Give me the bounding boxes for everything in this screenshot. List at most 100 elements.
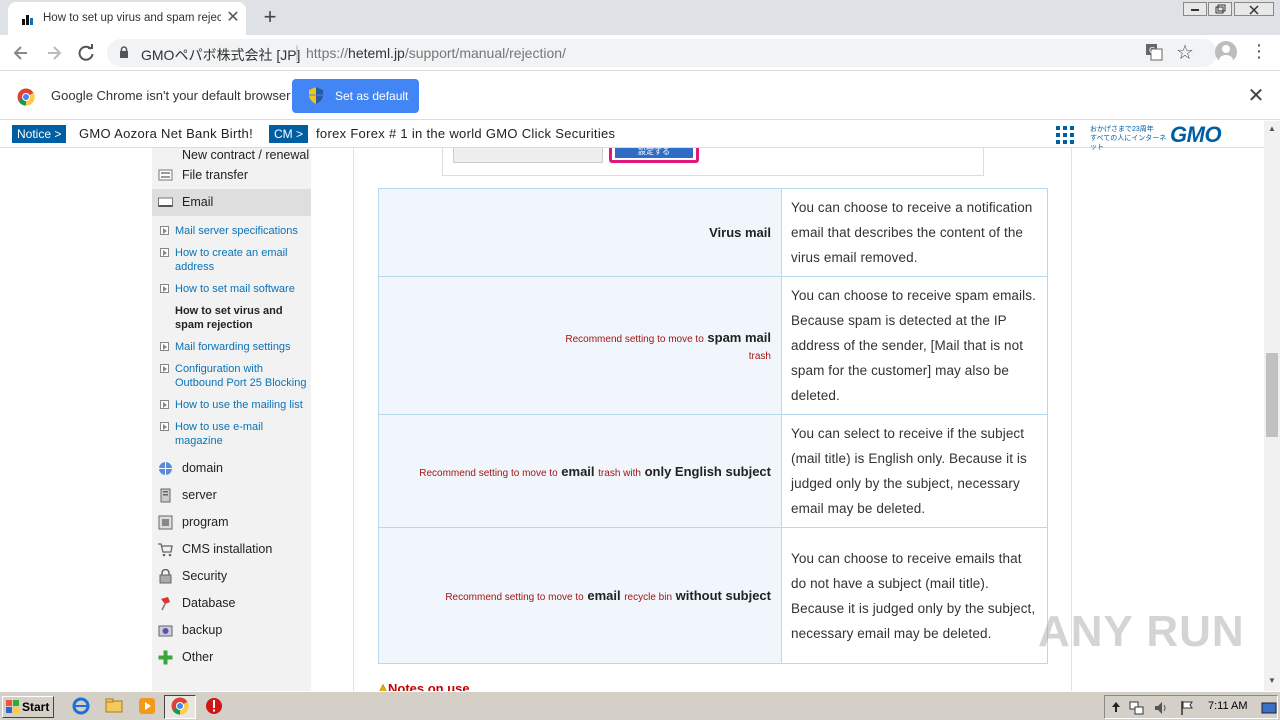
- scroll-up-icon[interactable]: ▲: [1268, 124, 1276, 133]
- reload-button[interactable]: [73, 40, 99, 66]
- page-viewport: Notice > GMO Aozora Net Bank Birth! CM >…: [0, 121, 1264, 691]
- sidebar-sub-mailing-list[interactable]: How to use the mailing list: [160, 398, 308, 412]
- row-label-recommend: Recommend setting to move to: [565, 333, 704, 345]
- bullet-arrow-icon: [160, 284, 169, 293]
- cm-text[interactable]: forex Forex # 1 in the world GMO Click S…: [316, 126, 615, 141]
- scrollbar-thumb[interactable]: [1266, 353, 1278, 437]
- start-label: Start: [22, 700, 50, 714]
- cart-icon: [158, 543, 173, 557]
- bullet-arrow-icon: [160, 364, 169, 373]
- anyrun-watermark: ANY RUN: [1038, 607, 1245, 656]
- sidebar-sub-mail-server-specs[interactable]: Mail server specifications: [160, 224, 308, 238]
- sidebar-item-server[interactable]: server: [152, 482, 311, 509]
- email-icon: [158, 197, 173, 207]
- chrome-menu-icon[interactable]: ⋮: [1250, 40, 1268, 64]
- tab-title: How to set up virus and spam rejection: [43, 12, 221, 24]
- row-label-main2: without subject: [675, 588, 771, 603]
- sidebar-item-label: File transfer: [182, 168, 248, 182]
- sidebar-item-security[interactable]: Security: [152, 563, 311, 590]
- sidebar-sub-label: Mail forwarding settings: [175, 341, 291, 353]
- sidebar-sub-mail-software[interactable]: How to set mail software: [160, 282, 308, 296]
- program-icon: [158, 515, 173, 530]
- sidebar-item-program[interactable]: program: [152, 509, 311, 536]
- sidebar-sub-email-magazine[interactable]: How to use e-mail magazine: [160, 420, 308, 448]
- row-label-recommend: Recommend setting to move to: [419, 467, 558, 479]
- window-close-button[interactable]: [1234, 2, 1274, 16]
- network-icon[interactable]: [1129, 700, 1145, 716]
- address-bar[interactable]: GMOペパボ株式会社 [JP] | https://heteml.jp/supp…: [107, 39, 1217, 67]
- sidebar: New contract / renewal File transfer Ema…: [152, 148, 311, 691]
- forward-button[interactable]: [41, 40, 67, 66]
- gmo-logo[interactable]: GMO: [1170, 122, 1222, 148]
- tray-expand-icon[interactable]: [1111, 701, 1121, 713]
- new-tab-button[interactable]: +: [258, 5, 282, 29]
- sidebar-item-email[interactable]: Email: [152, 189, 311, 216]
- back-button[interactable]: [8, 40, 34, 66]
- sidebar-item-label: Database: [182, 596, 236, 610]
- sidebar-item-label: domain: [182, 461, 223, 475]
- row-label-recommend: Recommend setting to move to: [445, 592, 584, 603]
- sidebar-item-file-transfer[interactable]: File transfer: [152, 162, 311, 189]
- restore-button[interactable]: [1208, 2, 1232, 16]
- tab-close-icon[interactable]: ✕: [225, 8, 241, 28]
- sidebar-item-domain[interactable]: domain: [152, 455, 311, 482]
- active-tab[interactable]: How to set up virus and spam rejection ✕: [8, 2, 246, 35]
- action-center-flag-icon[interactable]: [1179, 700, 1195, 716]
- file-transfer-icon: [158, 169, 173, 181]
- scroll-down-icon[interactable]: ▼: [1268, 676, 1276, 685]
- url-path: /support/manual/rejection/: [404, 45, 566, 61]
- sidebar-item-other[interactable]: Other: [152, 644, 311, 671]
- sidebar-item-label: CMS installation: [182, 542, 273, 556]
- sidebar-sub-label: How to set virus and spam rejection: [175, 305, 283, 331]
- table-row: Recommend setting to move to email recyc…: [378, 527, 1048, 664]
- sidebar-sub-virus-spam[interactable]: How to set virus and spam rejection: [160, 304, 308, 332]
- profile-avatar-icon[interactable]: [1215, 41, 1237, 63]
- set-as-default-button[interactable]: Set as default: [292, 79, 419, 113]
- server-icon: [160, 488, 171, 503]
- row-label-main2: only English subject: [644, 463, 771, 479]
- backup-icon: [158, 625, 173, 637]
- sidebar-item-label: New contract / renewal: [182, 148, 310, 162]
- reload-icon: [78, 44, 94, 61]
- avatar-silhouette-icon: [1219, 45, 1233, 63]
- minimize-icon: [1191, 9, 1199, 11]
- bullet-arrow-icon: [160, 248, 169, 257]
- sidebar-sub-mail-forwarding[interactable]: Mail forwarding settings: [160, 340, 308, 354]
- bookmark-star-icon[interactable]: ☆: [1176, 40, 1194, 65]
- sidebar-item-backup[interactable]: backup: [152, 617, 311, 644]
- chrome-logo-icon: [17, 88, 35, 106]
- notes-heading: Notes on use: [378, 681, 470, 691]
- sidebar-sub-create-email[interactable]: How to create an email address: [160, 246, 308, 274]
- site-favicon-icon: [22, 15, 33, 25]
- sidebar-item-cms[interactable]: CMS installation: [152, 536, 311, 563]
- translate-icon[interactable]: G: [1145, 43, 1163, 61]
- warning-icon: [379, 683, 387, 691]
- url-host: heteml.jp: [348, 45, 405, 61]
- infobar-close-icon[interactable]: ✕: [1246, 84, 1266, 108]
- sidebar-item-database[interactable]: Database: [152, 590, 311, 617]
- volume-icon[interactable]: [1153, 700, 1169, 716]
- cm-badge[interactable]: CM >: [269, 125, 309, 143]
- show-desktop-icon[interactable]: [1261, 700, 1277, 716]
- page-scrollbar[interactable]: ▲ ▼: [1264, 121, 1280, 691]
- start-button[interactable]: Start: [2, 696, 54, 718]
- row-label-trash: trash: [748, 350, 771, 362]
- row-label-main: email: [587, 588, 621, 603]
- notice-text[interactable]: GMO Aozora Net Bank Birth!: [79, 126, 253, 141]
- url-separator: |: [295, 44, 300, 61]
- system-tray: [1104, 695, 1278, 719]
- media-player-icon[interactable]: [138, 697, 156, 715]
- table-row-label: Virus mail: [378, 188, 782, 277]
- minimize-button[interactable]: [1183, 2, 1207, 16]
- sidebar-item-label: server: [182, 488, 217, 502]
- stop-sign-icon[interactable]: [205, 697, 223, 715]
- rejection-settings-table: Virus mail You can choose to receive a n…: [378, 188, 1048, 664]
- restore-icon: [1215, 4, 1226, 14]
- row-label-main: Virus mail: [709, 225, 771, 240]
- sidebar-sub-port25[interactable]: Configuration with Outbound Port 25 Bloc…: [160, 362, 308, 390]
- table-row-label: Recommend setting to move to email trash…: [378, 414, 782, 528]
- notice-badge[interactable]: Notice >: [12, 125, 67, 143]
- internet-explorer-icon[interactable]: [72, 697, 90, 715]
- sidebar-sub-label: Mail server specifications: [175, 225, 298, 237]
- file-explorer-icon[interactable]: [105, 697, 123, 715]
